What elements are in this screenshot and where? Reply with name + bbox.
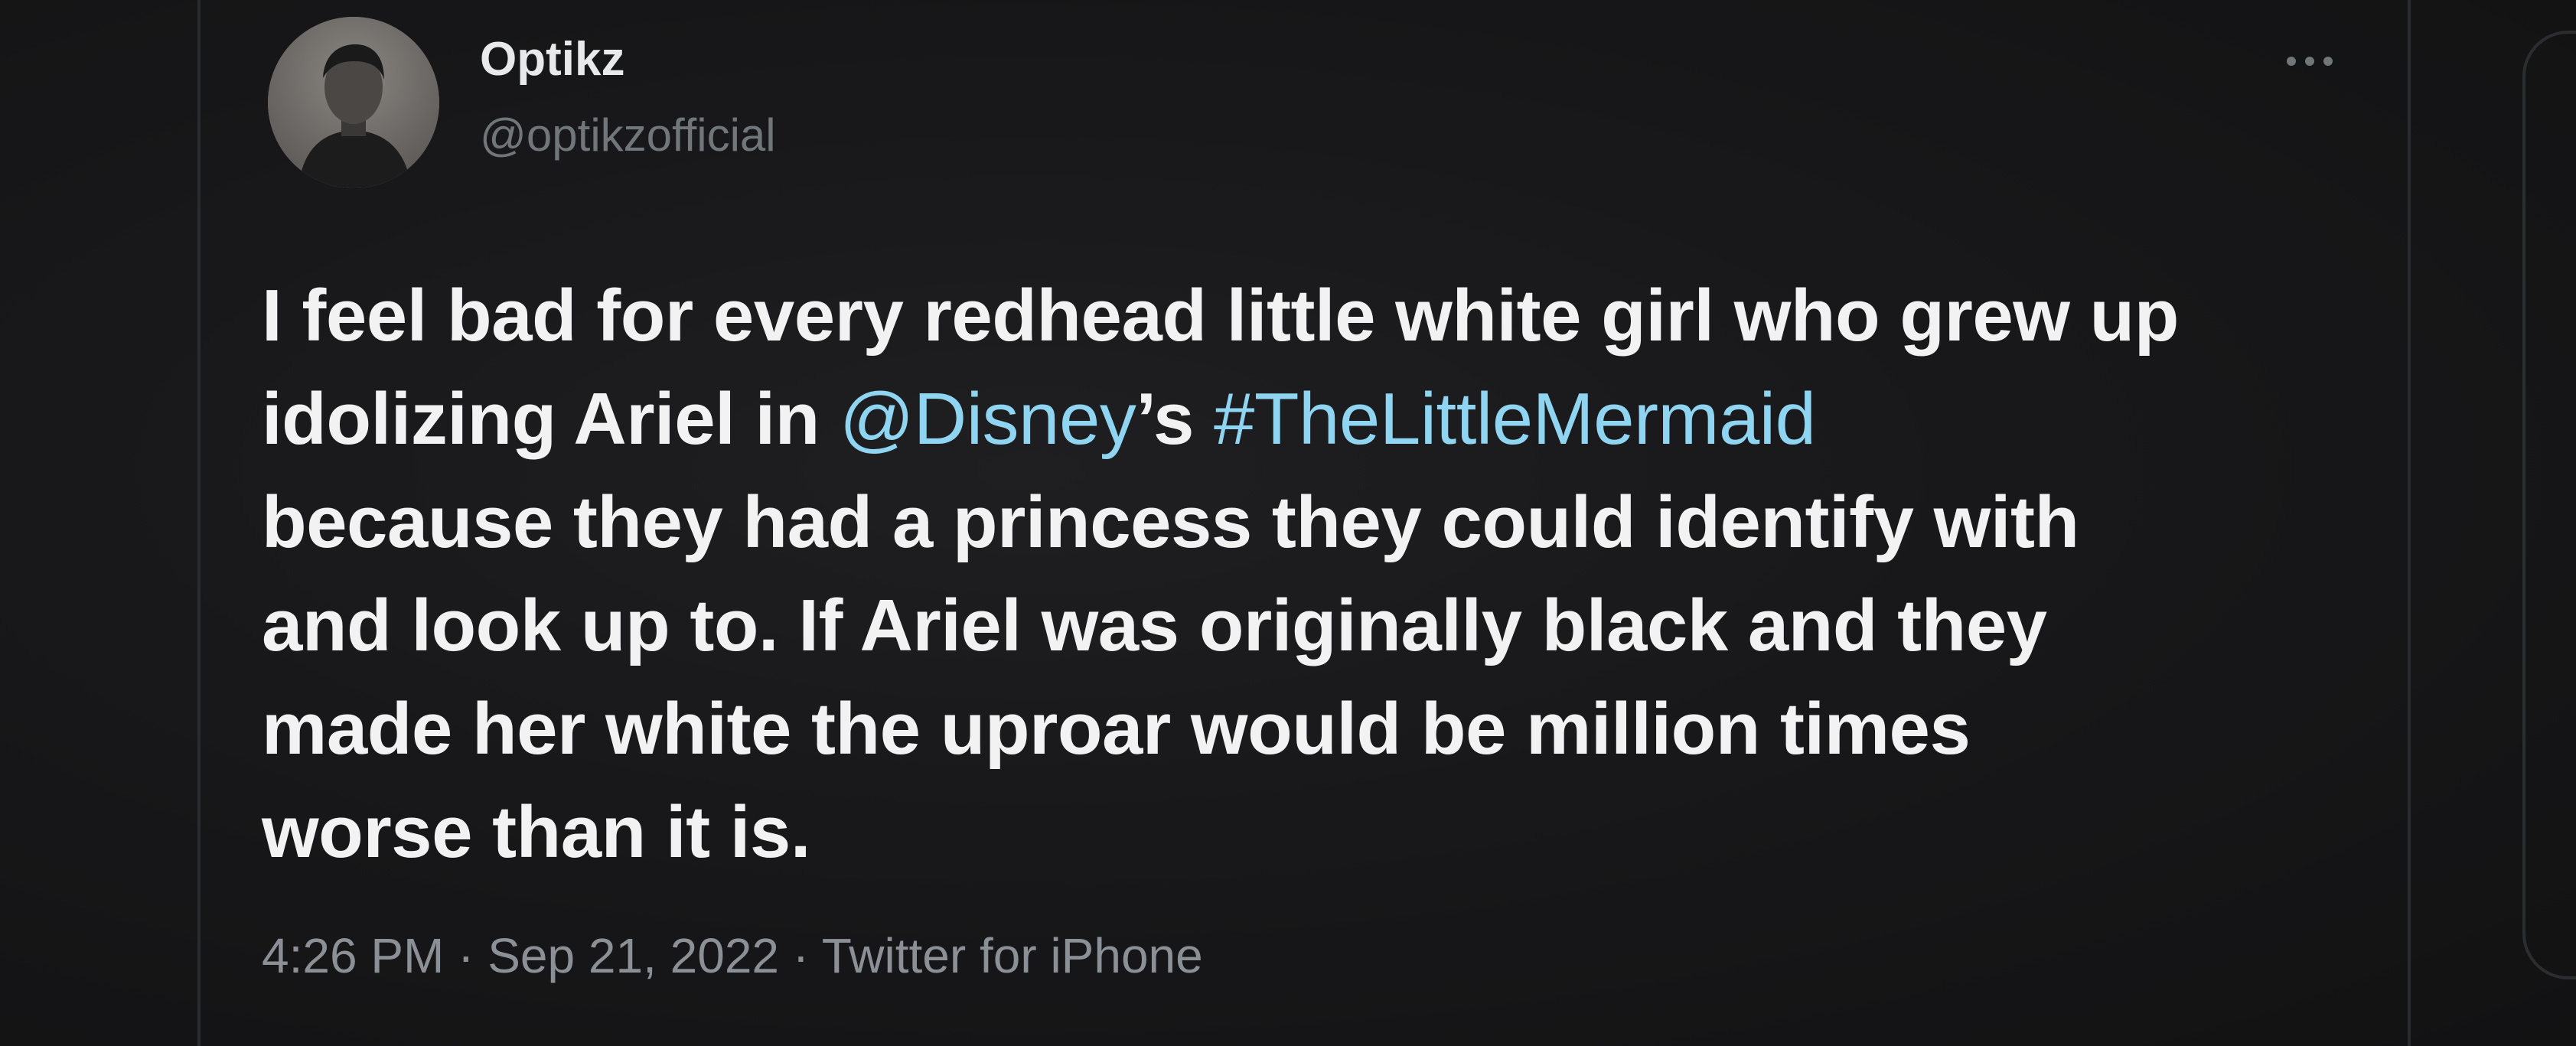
author-handle[interactable]: @optikzofficial xyxy=(480,109,776,161)
tweet-text-segment: idolizing Ariel in xyxy=(262,378,840,460)
tweet-date-link[interactable]: Sep 21, 2022 xyxy=(487,928,779,983)
tweet-time-link[interactable]: 4:26 PM xyxy=(262,928,444,983)
mention-link[interactable]: @Disney xyxy=(840,378,1136,460)
sidebar-panel-edge xyxy=(2522,31,2576,979)
tweet-text-line: made her white the uproar would be milli… xyxy=(262,688,1971,770)
tweet: Optikz @optikzofficial I feel bad for ev… xyxy=(201,0,2408,1046)
tweet-text-line: idolizing Ariel in @Disney’s #TheLittleM… xyxy=(262,367,2405,471)
avatar[interactable] xyxy=(268,17,439,188)
tweet-metadata: 4:26 PM · Sep 21, 2022 · Twitter for iPh… xyxy=(262,927,1203,984)
tweet-text-line: and look up to. If Ariel was originally … xyxy=(262,585,2047,666)
avatar-photo xyxy=(268,17,439,188)
meta-separator: · xyxy=(444,928,488,983)
more-options-button[interactable] xyxy=(2271,46,2348,77)
author-display-name[interactable]: Optikz xyxy=(480,32,624,86)
tweet-text-line: because they had a princess they could i… xyxy=(262,481,2079,563)
more-horizontal-icon-dot-2 xyxy=(2305,57,2314,66)
tweet-text-line: worse than it is. xyxy=(262,791,810,873)
timeline-right-border xyxy=(2408,0,2411,1046)
meta-separator: · xyxy=(779,928,822,983)
more-horizontal-icon xyxy=(2287,57,2296,66)
tweet-text-line: I feel bad for every redhead little whit… xyxy=(262,275,2179,357)
hashtag-link[interactable]: #TheLittleMermaid xyxy=(1214,378,1816,460)
tweet-text-segment: ’s xyxy=(1136,378,1214,460)
tweet-text: I feel bad for every redhead little whit… xyxy=(262,264,2405,884)
more-horizontal-icon-dot-3 xyxy=(2323,57,2333,66)
tweet-source: Twitter for iPhone xyxy=(821,928,1203,983)
